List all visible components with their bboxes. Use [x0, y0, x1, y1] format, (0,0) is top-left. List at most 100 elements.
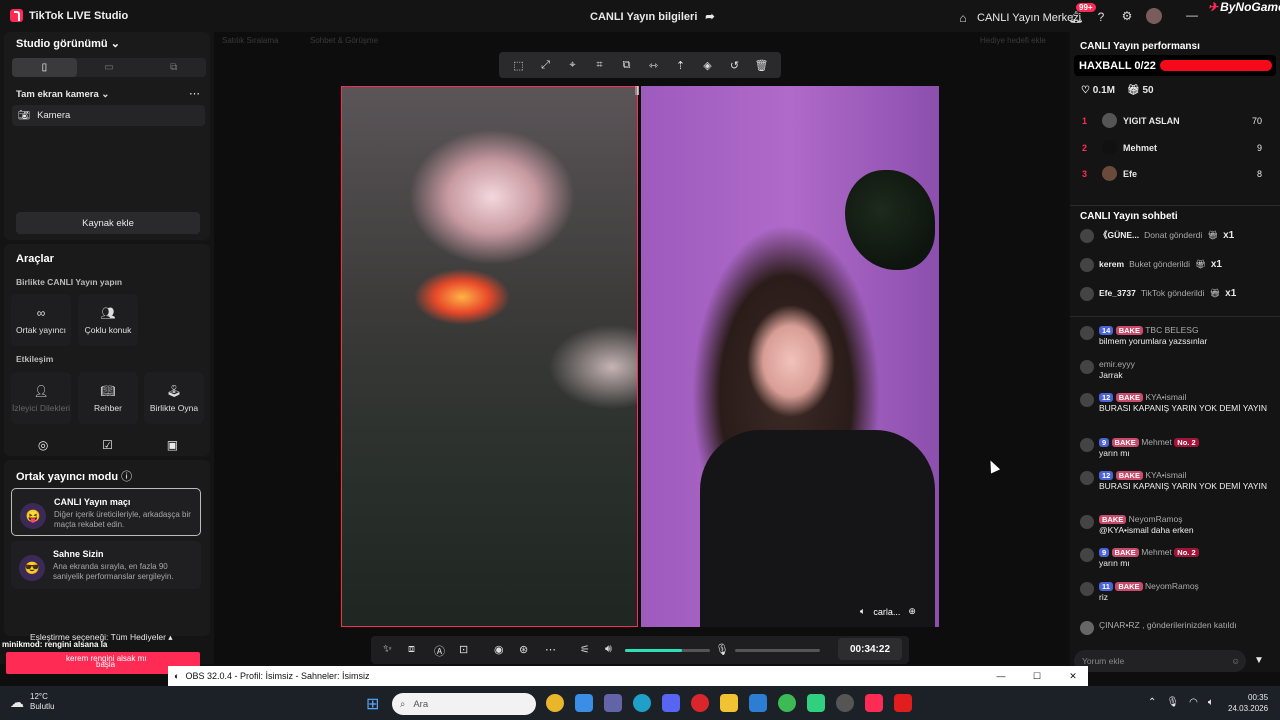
play-together-label: Birlikte Oyna: [149, 402, 199, 413]
layer-up-icon[interactable]: ⇡: [673, 59, 689, 72]
chat-message[interactable]: 12 BAKE KYA•ismail BURASI KAPANIŞ YARIN Y…: [1080, 470, 1270, 492]
more-icon[interactable]: ⋯: [189, 87, 200, 100]
layers-icon[interactable]: ◈: [700, 59, 716, 72]
obs-window-bar[interactable]: ◐ OBS 32.0.4 - Profil: İsimsiz - Sahnele…: [168, 666, 1088, 686]
clock-time: 00:35: [1248, 693, 1269, 702]
custom-tab[interactable]: ⧉: [141, 58, 206, 77]
chat-message[interactable]: 9 BAKE Mehmet No. 2 yarın mı: [1080, 547, 1270, 569]
filter-icon[interactable]: ▼: [1254, 655, 1264, 666]
clock[interactable]: 00:35 24.03.2026: [1228, 692, 1268, 714]
tiktok-icon[interactable]: [865, 694, 883, 712]
effects-icon[interactable]: ⧈: [408, 643, 415, 656]
notification-button[interactable]: 🔔︎ 99+: [1068, 3, 1096, 25]
chat-message[interactable]: 14 BAKE TBC BELESG bilmem yorumlara yazss…: [1080, 325, 1270, 347]
magic-icon[interactable]: ✨︎: [383, 643, 392, 656]
minimize-icon[interactable]: —: [986, 671, 1016, 681]
volume-icon[interactable]: 🔊︎: [605, 643, 612, 656]
center-icon[interactable]: ⌖: [565, 59, 581, 72]
speaker-icon[interactable]: 🔈︎: [1208, 697, 1214, 708]
record-icon[interactable]: ◉: [494, 643, 504, 656]
gift-box-icon[interactable]: ▣: [167, 438, 178, 454]
multi-guest-button[interactable]: 👥︎ Çoklu konuk: [78, 294, 138, 346]
trash-icon[interactable]: 🗑︎: [754, 59, 770, 72]
duplicate-icon[interactable]: ⧉: [619, 59, 635, 72]
camera-source-item[interactable]: 📷︎ Kamera: [12, 105, 205, 126]
folder-icon[interactable]: [720, 694, 738, 712]
target-icon[interactable]: ◎: [38, 438, 48, 454]
chat-message[interactable]: 12 BAKE KYA•ismail BURASI KAPANIŞ YARIN Y…: [1080, 392, 1270, 414]
camera-scene-dropdown[interactable]: Tam ekran kamera ⌄: [16, 89, 109, 100]
microphone-icon[interactable]: 🎙︎: [715, 643, 729, 656]
chat-user: Mehmet: [1141, 547, 1172, 557]
mic-slider[interactable]: [735, 649, 820, 652]
play-together-button[interactable]: 🕹︎ Birlikte Oyna: [144, 372, 204, 424]
discord-icon[interactable]: [662, 694, 680, 712]
chat-message[interactable]: 9 BAKE Mehmet No. 2 yarın mı: [1080, 437, 1270, 459]
volume-slider[interactable]: [625, 649, 710, 652]
avatar[interactable]: [1146, 8, 1162, 24]
windows-start-icon[interactable]: ⊞: [366, 694, 379, 714]
maximize-icon[interactable]: ☐: [1022, 671, 1052, 682]
flip-icon[interactable]: ⇿: [646, 59, 662, 72]
video-feed-host[interactable]: [341, 86, 638, 627]
comment-input[interactable]: Yorum ekle ☺: [1074, 650, 1246, 672]
settings-sliders-icon[interactable]: ⚟: [580, 643, 590, 656]
help-icon[interactable]: ?: [1093, 9, 1109, 25]
ranking-row[interactable]: 2 Mehmet 9: [1082, 140, 1262, 155]
plus-icon[interactable]: ⊕: [908, 606, 916, 617]
tag-chat[interactable]: Sohbet & Görüşme: [310, 36, 378, 45]
minimize-icon[interactable]: —: [1184, 7, 1200, 23]
taskbar-search[interactable]: ⌕ Ara: [392, 693, 536, 715]
select-icon[interactable]: ⬚: [511, 59, 527, 72]
live-center-button[interactable]: ⌂ CANLI Yayın Merkezi: [955, 10, 1081, 26]
tag-ranking[interactable]: Satılık Sıralama: [222, 36, 278, 45]
obs-taskbar-icon[interactable]: [836, 694, 854, 712]
weather-widget[interactable]: ☁ 12°C Bulutlu: [10, 692, 54, 712]
studio-view-dropdown[interactable]: Studio görünümü ⌄: [16, 37, 120, 50]
add-source-button[interactable]: Kaynak ekle: [16, 212, 200, 234]
chat-message[interactable]: 11 BAKE NeyomRamoş riz: [1080, 581, 1270, 603]
ai-icon[interactable]: Ⓐ: [434, 643, 445, 659]
stage-card[interactable]: 😎 Sahne Sizin Ana ekranda sırayla, en fa…: [11, 541, 201, 589]
co-host-button[interactable]: ∞ Ortak yayıncı: [11, 294, 71, 346]
edge-icon[interactable]: [633, 694, 651, 712]
close-icon[interactable]: ✕: [1058, 671, 1088, 682]
chat-message[interactable]: emir.eyyy Jarrak: [1080, 359, 1270, 381]
avatar: [1080, 438, 1094, 452]
ranking-row[interactable]: 3 Efe 8: [1082, 166, 1262, 181]
chevron-up-icon[interactable]: ⌃: [1148, 697, 1156, 708]
live-info-label: CANLI Yayın bilgileri: [590, 10, 698, 23]
camera-switch-icon[interactable]: ⊛: [519, 643, 528, 656]
mail-icon[interactable]: [749, 694, 767, 712]
chrome-icon[interactable]: [546, 694, 564, 712]
chat-message[interactable]: BAKE NeyomRamoş @KYA•ismail daha erken: [1080, 514, 1270, 536]
more-icon[interactable]: ⋯: [545, 643, 556, 656]
live-match-card[interactable]: 😝 CANLI Yayın maçı Diğer içerik üreticil…: [11, 488, 201, 536]
gift-row: kerem Buket gönderildi 🎁︎ x1: [1080, 257, 1270, 272]
ranking-row[interactable]: 1 YIGIT ASLAN 70: [1082, 113, 1262, 128]
checklist-icon[interactable]: ☑: [102, 438, 113, 454]
search-icon: ⌕: [400, 698, 406, 710]
landscape-tab[interactable]: ▭: [77, 58, 142, 77]
app-icon[interactable]: [807, 694, 825, 712]
caption-icon[interactable]: ⊡: [459, 643, 468, 656]
store-icon[interactable]: [575, 694, 593, 712]
wifi-icon[interactable]: ◠: [1189, 697, 1198, 708]
guide-button[interactable]: 📖︎ Rehber: [78, 372, 138, 424]
gear-icon[interactable]: ⚙: [1119, 8, 1135, 24]
help-icon[interactable]: ⓘ: [121, 471, 132, 483]
emoji-icon[interactable]: ☺: [1231, 656, 1240, 666]
crop-icon[interactable]: ⌗: [592, 59, 608, 72]
teams-icon[interactable]: [604, 694, 622, 712]
tag-gift-goal[interactable]: Hediye hedefi ekle: [980, 36, 1046, 45]
split-handle-icon[interactable]: ⫼: [635, 86, 643, 104]
undo-icon[interactable]: ↺: [727, 59, 743, 72]
portrait-tab[interactable]: ▯: [12, 58, 77, 77]
microphone-icon[interactable]: 🎙︎: [1166, 697, 1179, 708]
fit-icon[interactable]: ⤢: [538, 59, 554, 72]
viewer-requests-button[interactable]: 👤︎ İzleyici Dilekleri: [11, 372, 71, 424]
youtube-icon[interactable]: [894, 694, 912, 712]
live-info-button[interactable]: CANLI Yayın bilgileri ➦: [590, 10, 715, 24]
chrome-alt-icon[interactable]: [778, 694, 796, 712]
opera-icon[interactable]: [691, 694, 709, 712]
